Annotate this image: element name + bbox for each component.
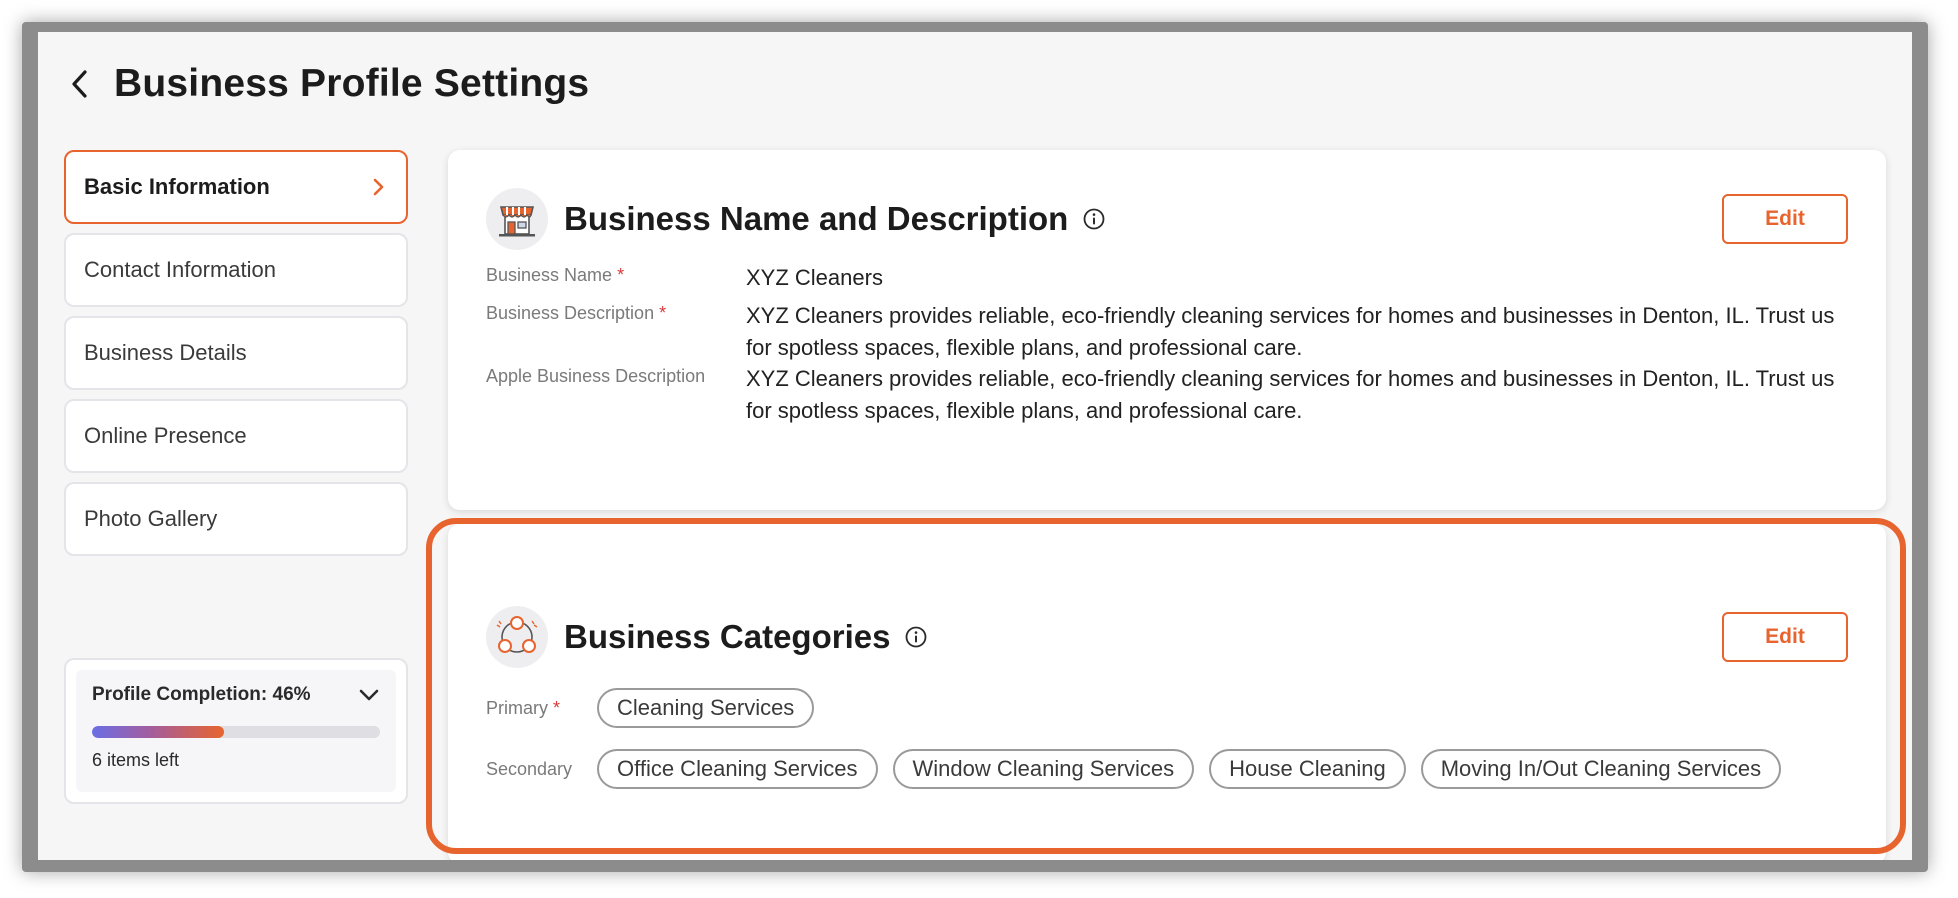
field-label-text: Business Name bbox=[486, 265, 613, 285]
business-description-value: XYZ Cleaners provides reliable, eco-frie… bbox=[746, 303, 1835, 360]
apple-business-description-field: Apple Business Description XYZ Cleaners … bbox=[486, 363, 1846, 427]
items-left-text: 6 items left bbox=[92, 750, 180, 770]
sidebar-item-basic-information[interactable]: Basic Information bbox=[64, 150, 408, 224]
business-name-field: Business Name * XYZ Cleaners bbox=[486, 262, 1846, 294]
profile-completion-panel: Profile Completion: 46% 6 items left bbox=[76, 670, 396, 792]
page: Business Profile Settings Basic Informat… bbox=[38, 32, 1912, 860]
category-network-icon bbox=[486, 606, 548, 668]
primary-label: Primary * bbox=[486, 698, 597, 719]
required-marker: * bbox=[659, 303, 667, 323]
page-title: Business Profile Settings bbox=[114, 62, 590, 105]
sidebar-nav: Basic Information Contact Information Bu… bbox=[64, 150, 408, 565]
sidebar-item-online-presence[interactable]: Online Presence bbox=[64, 399, 408, 473]
card-title: Business Name and Description bbox=[564, 200, 1069, 237]
sidebar-item-label: Basic Information bbox=[84, 174, 270, 199]
category-chip: Office Cleaning Services bbox=[597, 749, 878, 789]
required-marker: * bbox=[553, 697, 561, 718]
profile-completion-bar bbox=[92, 726, 380, 738]
field-label: Business Description * bbox=[486, 300, 746, 364]
page-header: Business Profile Settings bbox=[62, 62, 589, 106]
business-description-field: Business Description * XYZ Cleaners prov… bbox=[486, 300, 1846, 364]
profile-completion-label: Profile Completion: 46% bbox=[92, 684, 311, 705]
business-categories-card-header: Business Categories bbox=[486, 606, 928, 668]
sidebar-item-label: Online Presence bbox=[84, 423, 247, 448]
sidebar-item-label: Contact Information bbox=[84, 257, 276, 282]
business-name-card: Business Name and Description Edit Busin… bbox=[448, 150, 1886, 510]
chevron-down-icon[interactable] bbox=[358, 688, 380, 702]
primary-category-row: Primary * Cleaning Services bbox=[486, 688, 829, 728]
storefront-icon bbox=[486, 188, 548, 250]
category-chip: Cleaning Services bbox=[597, 688, 815, 728]
profile-completion-header[interactable]: Profile Completion: 46% bbox=[92, 684, 380, 706]
sidebar-item-label: Photo Gallery bbox=[84, 506, 218, 531]
field-label: Apple Business Description bbox=[486, 366, 706, 386]
required-marker: * bbox=[617, 265, 625, 285]
sidebar-item-contact-information[interactable]: Contact Information bbox=[64, 233, 408, 307]
category-chip: House Cleaning bbox=[1209, 749, 1406, 789]
primary-label-text: Primary bbox=[486, 697, 548, 718]
secondary-label: Secondary bbox=[486, 758, 573, 779]
field-label-text: Business Description bbox=[486, 303, 655, 323]
info-icon[interactable] bbox=[1082, 207, 1106, 231]
category-chip: Window Cleaning Services bbox=[892, 749, 1195, 789]
secondary-category-row: Secondary Office Cleaning Services Windo… bbox=[486, 749, 1796, 789]
profile-completion-card: Profile Completion: 46% 6 items left bbox=[64, 658, 408, 804]
chevron-left-icon[interactable] bbox=[62, 66, 98, 102]
edit-categories-button[interactable]: Edit bbox=[1722, 612, 1848, 662]
business-categories-card: Business Categories Edit Primary * Clean… bbox=[448, 524, 1886, 860]
sidebar-item-label: Business Details bbox=[84, 340, 247, 365]
apple-business-description-value: XYZ Cleaners provides reliable, eco-frie… bbox=[746, 366, 1835, 423]
category-chip: Moving In/Out Cleaning Services bbox=[1420, 749, 1782, 789]
sidebar-item-photo-gallery[interactable]: Photo Gallery bbox=[64, 482, 408, 556]
business-name-value: XYZ Cleaners bbox=[746, 265, 883, 290]
field-label: Business Name * bbox=[486, 262, 746, 294]
business-name-card-header: Business Name and Description bbox=[486, 188, 1106, 250]
info-icon[interactable] bbox=[904, 625, 928, 649]
sidebar-item-business-details[interactable]: Business Details bbox=[64, 316, 408, 390]
profile-completion-fill bbox=[92, 726, 225, 738]
card-title: Business Categories bbox=[564, 618, 891, 655]
chevron-right-icon bbox=[373, 178, 384, 196]
edit-business-name-button[interactable]: Edit bbox=[1722, 194, 1848, 244]
